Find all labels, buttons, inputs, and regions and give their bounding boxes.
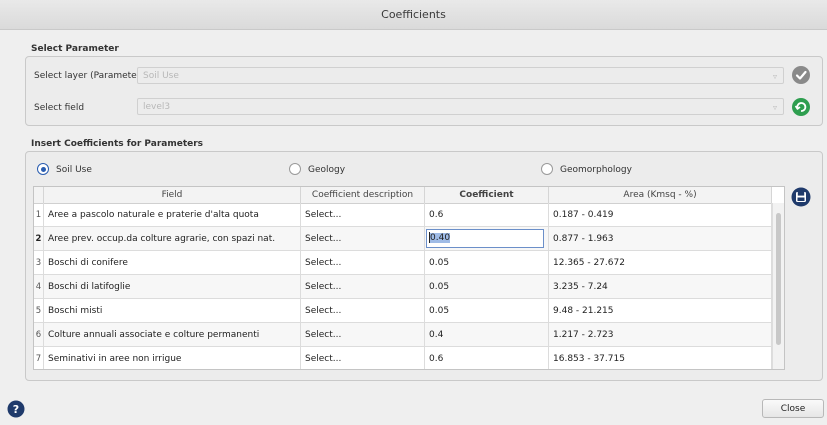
table-row[interactable]: 5 Boschi misti Select... 0.05 9.48 - 21.… xyxy=(34,299,772,323)
coefficient-spinbox[interactable]: 0.40 xyxy=(426,229,544,248)
cell-description[interactable]: Select... xyxy=(301,203,425,227)
select-field-label: Select field xyxy=(34,103,85,113)
row-number: 4 xyxy=(34,275,44,299)
radio-indicator xyxy=(289,163,301,175)
radio-geology-label: Geology xyxy=(308,165,346,175)
radio-selected-indicator xyxy=(37,163,49,175)
cell-field: Boschi di latifoglie xyxy=(44,275,301,299)
cell-area: 0.187 - 0.419 xyxy=(549,203,772,227)
cell-description[interactable]: Select... xyxy=(301,251,425,275)
cell-field: Boschi misti xyxy=(44,299,301,323)
coefficient-input-value: 0.40 xyxy=(430,233,451,243)
cell-area: 12.365 - 27.672 xyxy=(549,251,772,275)
header-field[interactable]: Field xyxy=(44,187,301,203)
reset-button[interactable] xyxy=(792,98,810,116)
svg-text:?: ? xyxy=(13,403,19,416)
cell-coefficient[interactable]: 0.6 xyxy=(425,203,549,227)
cell-field: Aree prev. occup.da colture agrarie, con… xyxy=(44,227,301,251)
insert-coefficients-title: Insert Coefficients for Parameters xyxy=(31,139,204,149)
confirm-button[interactable] xyxy=(792,66,810,84)
close-button[interactable]: Close xyxy=(762,399,824,418)
radio-indicator xyxy=(541,163,553,175)
coefficients-table: Field Coefficient description Coefficien… xyxy=(33,186,785,370)
radio-soil-use-label: Soil Use xyxy=(56,165,92,175)
select-layer-value: Soil Use xyxy=(143,71,179,81)
chevron-down-icon: ▿ xyxy=(772,72,777,81)
header-rownum xyxy=(34,187,44,203)
cell-coefficient[interactable]: 0.05 xyxy=(425,275,549,299)
cell-coefficient[interactable]: 0.05 xyxy=(425,251,549,275)
cell-field: Boschi di conifere xyxy=(44,251,301,275)
cell-description[interactable]: Select... xyxy=(301,347,425,369)
row-number: 2 xyxy=(34,227,44,251)
row-number: 5 xyxy=(34,299,44,323)
table-header: Field Coefficient description Coefficien… xyxy=(34,187,772,204)
table-row[interactable]: 7 Seminativi in aree non irrigue Select.… xyxy=(34,347,772,369)
cell-area: 9.48 - 21.215 xyxy=(549,299,772,323)
cell-field: Colture annuali associate e colture perm… xyxy=(44,323,301,347)
undo-icon xyxy=(794,102,807,112)
save-icon xyxy=(791,187,811,207)
table-row[interactable]: 4 Boschi di latifoglie Select... 0.05 3.… xyxy=(34,275,772,299)
check-icon xyxy=(795,70,807,80)
cell-coefficient-editor[interactable]: 0.40 ▲ ▼ xyxy=(425,227,549,251)
table-row[interactable]: 6 Colture annuali associate e colture pe… xyxy=(34,323,772,347)
help-icon: ? xyxy=(7,400,25,418)
cell-area: 0.877 - 1.963 xyxy=(549,227,772,251)
row-number: 3 xyxy=(34,251,44,275)
cell-field: Aree a pascolo naturale e praterie d'alt… xyxy=(44,203,301,227)
cell-description[interactable]: Select... xyxy=(301,299,425,323)
cell-area: 1.217 - 2.723 xyxy=(549,323,772,347)
row-number: 1 xyxy=(34,203,44,227)
header-area[interactable]: Area (Kmsq - %) xyxy=(549,187,772,203)
window-title: Coefficients xyxy=(0,0,827,30)
help-button[interactable]: ? xyxy=(7,400,25,418)
select-field-combo[interactable]: level3 ▿ xyxy=(137,98,784,115)
cell-area: 3.235 - 7.24 xyxy=(549,275,772,299)
cell-area: 16.853 - 37.715 xyxy=(549,347,772,369)
table-row[interactable]: 1 Aree a pascolo naturale e praterie d'a… xyxy=(34,203,772,227)
save-button[interactable] xyxy=(791,187,811,207)
cell-description[interactable]: Select... xyxy=(301,275,425,299)
cell-coefficient[interactable]: 0.4 xyxy=(425,323,549,347)
select-layer-combo[interactable]: Soil Use ▿ xyxy=(137,67,784,84)
table-scrollbar[interactable] xyxy=(772,203,784,369)
table-row[interactable]: 2 Aree prev. occup.da colture agrarie, c… xyxy=(34,227,772,251)
header-coefficient[interactable]: Coefficient xyxy=(425,187,549,203)
cell-description[interactable]: Select... xyxy=(301,227,425,251)
scrollbar-thumb[interactable] xyxy=(776,213,781,345)
row-number: 7 xyxy=(34,347,44,369)
header-description[interactable]: Coefficient description xyxy=(301,187,425,203)
cell-coefficient[interactable]: 0.6 xyxy=(425,347,549,369)
table-row[interactable]: 3 Boschi di conifere Select... 0.05 12.3… xyxy=(34,251,772,275)
radio-geomorphology-label: Geomorphology xyxy=(560,165,632,175)
cell-field: Seminativi in aree non irrigue xyxy=(44,347,301,369)
select-parameter-title: Select Parameter xyxy=(31,44,119,54)
cell-coefficient[interactable]: 0.05 xyxy=(425,299,549,323)
cell-description[interactable]: Select... xyxy=(301,323,425,347)
select-field-value: level3 xyxy=(143,102,171,112)
row-number: 6 xyxy=(34,323,44,347)
chevron-down-icon: ▿ xyxy=(772,103,777,112)
select-layer-label: Select layer (Parameter) xyxy=(34,71,144,81)
